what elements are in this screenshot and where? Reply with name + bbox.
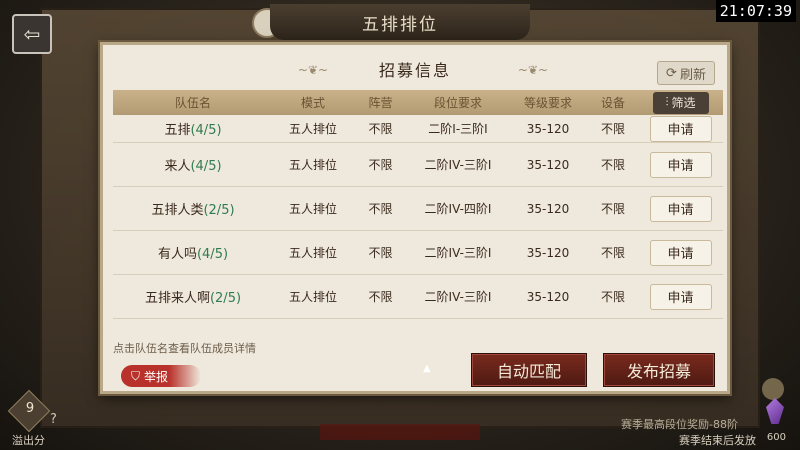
team-mode: 五人排位 — [288, 290, 337, 304]
team-level: 35-120 — [526, 245, 570, 260]
help-icon[interactable]: ? — [50, 412, 57, 427]
team-rank: 二阶I-三阶I — [428, 122, 488, 136]
panel-title: 招募信息 — [378, 61, 451, 80]
apply-button[interactable]: 申请 — [649, 151, 712, 178]
overflow-score-value: 9 — [25, 401, 35, 416]
member-count: (4/5) — [190, 159, 222, 174]
apply-button[interactable]: 申请 — [649, 195, 712, 222]
filter-button[interactable]: ⫶ 筛选 — [652, 91, 709, 114]
team-device: 不限 — [600, 246, 625, 260]
overflow-score-label: 溢出分 — [12, 434, 45, 447]
auto-match-button[interactable]: 自动匹配 — [471, 353, 587, 387]
team-name[interactable]: 来人(4/5) — [113, 155, 273, 174]
table-row: 来人(4/5) 五人排位 不限 二阶IV-三阶I 35-120 不限 申请 — [113, 143, 723, 187]
mouse-cursor-icon: ▲ — [423, 363, 431, 374]
team-camp: 不限 — [368, 290, 393, 304]
team-rank: 二阶IV-四阶I — [424, 202, 492, 216]
back-button[interactable]: ⇦ — [12, 14, 52, 54]
bottom-banner — [320, 424, 480, 440]
refresh-label: 刷新 — [679, 67, 706, 83]
exit-door-icon: ⇦ — [23, 22, 41, 46]
team-device: 不限 — [600, 122, 625, 136]
table-row: 五排(4/5) 五人排位 不限 二阶I-三阶I 35-120 不限 申请 — [113, 115, 723, 143]
team-camp: 不限 — [368, 246, 393, 260]
team-mode: 五人排位 — [288, 122, 337, 136]
column-header-team-name: 队伍名 — [174, 96, 211, 110]
refresh-button[interactable]: ⟳ 刷新 — [657, 61, 715, 85]
team-name[interactable]: 有人吗(4/5) — [113, 243, 273, 262]
table-header: 队伍名 模式 阵营 段位要求 等级要求 设备 ⫶ 筛选 — [113, 90, 723, 115]
column-header-device: 设备 — [600, 96, 625, 110]
crystal-icon — [766, 398, 784, 424]
table-row: 五排人类(2/5) 五人排位 不限 二阶IV-四阶I 35-120 不限 申请 — [113, 187, 723, 231]
member-count: (4/5) — [190, 123, 222, 138]
team-device: 不限 — [600, 290, 625, 304]
report-button[interactable]: ⛉ 举报 — [121, 365, 201, 387]
apply-button[interactable]: 申请 — [649, 115, 712, 142]
team-rank: 二阶IV-三阶I — [424, 158, 492, 172]
table-row: 五排来人啊(2/5) 五人排位 不限 二阶IV-三阶I 35-120 不限 申请 — [113, 275, 723, 319]
team-device: 不限 — [600, 158, 625, 172]
member-count: (2/5) — [203, 203, 235, 218]
season-reward-text: 赛季最高段位奖励-88阶 — [621, 418, 738, 431]
shield-alert-icon: ⛉ — [131, 368, 141, 383]
table-row: 有人吗(4/5) 五人排位 不限 二阶IV-三阶I 35-120 不限 申请 — [113, 231, 723, 275]
team-rank: 二阶IV-三阶I — [424, 290, 492, 304]
team-mode: 五人排位 — [288, 158, 337, 172]
team-camp: 不限 — [368, 202, 393, 216]
filter-sliders-icon: ⫶ — [665, 95, 669, 109]
team-device: 不限 — [600, 202, 625, 216]
column-header-camp: 阵营 — [368, 96, 393, 110]
member-count: (4/5) — [196, 247, 229, 262]
team-level: 35-120 — [526, 157, 570, 172]
refresh-icon: ⟳ — [666, 65, 677, 81]
team-level: 35-120 — [526, 289, 570, 304]
member-count: (2/5) — [209, 291, 242, 306]
filter-label: 筛选 — [671, 96, 696, 110]
publish-recruit-button[interactable]: 发布招募 — [603, 353, 715, 387]
team-camp: 不限 — [368, 158, 393, 172]
season-end-text: 赛季结束后发放 — [679, 434, 756, 447]
recruitment-panel: ~❦~ 招募信息 ~❦~ ⟳ 刷新 队伍名 模式 阵营 段位要求 等级要求 设备… — [100, 42, 730, 394]
team-camp: 不限 — [368, 122, 393, 136]
team-list[interactable]: 五排(4/5) 五人排位 不限 二阶I-三阶I 35-120 不限 申请 来人(… — [113, 115, 723, 331]
column-header-mode: 模式 — [300, 96, 325, 110]
clock-readout: 21:07:39 — [715, 0, 796, 22]
column-header-level: 等级要求 — [523, 96, 572, 110]
page-title: 五排排位 — [270, 4, 530, 40]
crystal-count: 600 — [766, 432, 786, 443]
trophy-icon[interactable] — [762, 378, 784, 400]
team-level: 35-120 — [526, 121, 570, 136]
report-label: 举报 — [144, 369, 169, 384]
team-name[interactable]: 五排人类(2/5) — [113, 199, 273, 218]
column-header-rank: 段位要求 — [433, 96, 482, 110]
team-mode: 五人排位 — [288, 202, 337, 216]
team-mode: 五人排位 — [288, 246, 337, 260]
hint-text: 点击队伍名查看队伍成员详情 — [113, 342, 256, 355]
apply-button[interactable]: 申请 — [649, 239, 712, 266]
filter-cell: ⫶ 筛选 — [638, 91, 723, 114]
team-name[interactable]: 五排(4/5) — [113, 119, 273, 138]
team-name[interactable]: 五排来人啊(2/5) — [113, 287, 273, 306]
team-level: 35-120 — [526, 201, 570, 216]
apply-button[interactable]: 申请 — [649, 283, 712, 310]
team-rank: 二阶IV-三阶I — [424, 246, 492, 260]
flourish-right-icon: ~❦~ — [517, 63, 549, 77]
